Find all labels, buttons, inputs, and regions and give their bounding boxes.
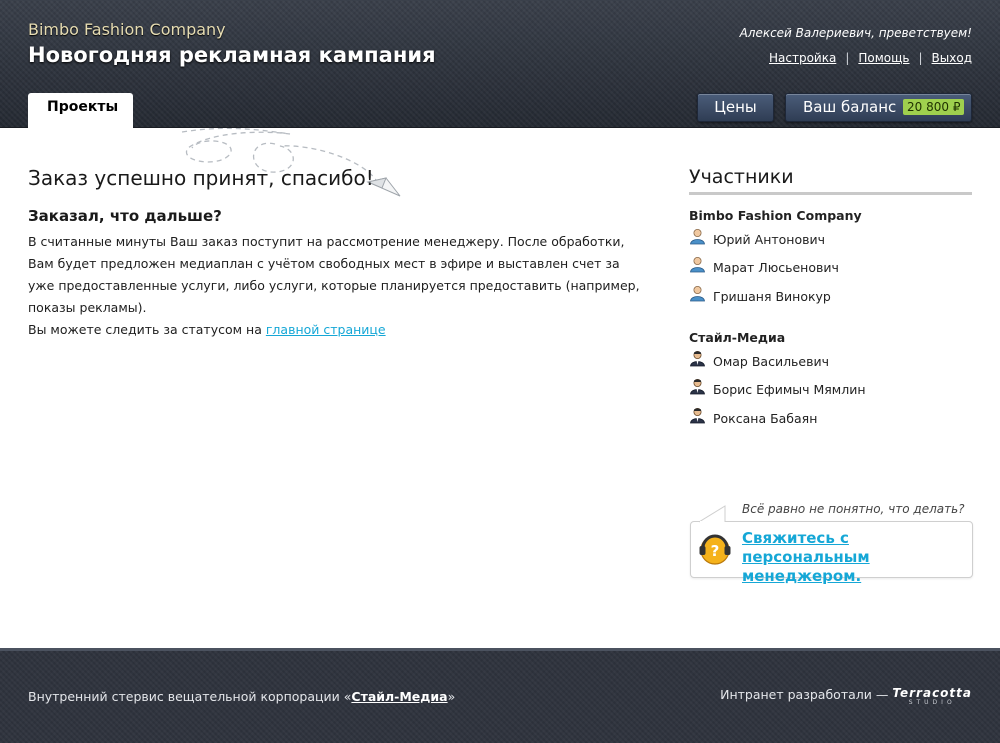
style-media-link[interactable]: Стайл-Медиа — [351, 689, 447, 704]
member-name: Гришаня Винокур — [713, 289, 831, 304]
headset-help-icon: ? — [699, 534, 731, 565]
page-title: Заказ успешно принят, спасибо! — [28, 166, 374, 190]
help-link[interactable]: Помощь — [858, 51, 909, 65]
section-subtitle: Заказал, что дальше? — [28, 207, 222, 225]
logo-line2: STUDIO — [908, 699, 956, 706]
member-item: Гришаня Винокур — [689, 286, 831, 305]
company-name: Bimbo Fashion Company — [28, 20, 226, 39]
balance-label: Ваш баланс — [803, 98, 897, 116]
top-links: Настройка | Помощь | Выход — [769, 51, 972, 65]
footer-credits: Интранет разработали — Terracotta STUDIO — [720, 687, 972, 706]
footer-text: Внутренний стервис вещательной корпораци… — [28, 689, 352, 704]
footer-text-end: » — [447, 689, 456, 704]
separator: | — [918, 51, 923, 65]
member-name: Юрий Антонович — [713, 232, 825, 247]
member-name: Омар Васильевич — [713, 354, 829, 369]
member-item: Борис Ефимыч Мямлин — [689, 379, 866, 398]
campaign-title: Новогодняя рекламная кампания — [28, 43, 436, 67]
member-item: Роксана Бабаян — [689, 408, 818, 427]
member-item: Омар Васильевич — [689, 351, 829, 370]
member-item: Юрий Антонович — [689, 229, 825, 248]
help-question: Всё равно не понятно, что делать? — [742, 502, 965, 516]
balance-button[interactable]: Ваш баланс 20 800 ₽ — [785, 93, 972, 122]
group-name: Bimbo Fashion Company — [689, 208, 862, 223]
separator: | — [845, 51, 850, 65]
suited-user-icon — [690, 351, 705, 367]
follow-label: Вы можете следить за статусом на — [28, 322, 262, 337]
participants-title: Участники — [689, 166, 972, 195]
footer-service-text: Внутренний стервис вещательной корпораци… — [28, 689, 455, 704]
svg-text:?: ? — [711, 542, 720, 560]
prices-button[interactable]: Цены — [697, 93, 774, 122]
logo-line1: Terracotta — [892, 686, 972, 700]
member-name: Роксана Бабаян — [713, 411, 818, 426]
user-icon — [690, 229, 705, 245]
speech-notch — [699, 505, 726, 523]
settings-link[interactable]: Настройка — [769, 51, 836, 65]
suited-user-icon — [690, 408, 705, 424]
member-name: Борис Ефимыч Мямлин — [713, 382, 866, 397]
footer: Внутренний стервис вещательной корпораци… — [0, 648, 1000, 743]
terracotta-logo[interactable]: Terracotta STUDIO — [892, 687, 972, 706]
tab-projects[interactable]: Проекты — [28, 93, 133, 129]
balance-badge: 20 800 ₽ — [903, 99, 965, 115]
developers-text: Интранет разработали — — [720, 687, 889, 702]
follow-status-text: Вы можете следить за статусом на главной… — [28, 319, 386, 341]
member-name: Марат Люсьенович — [713, 260, 839, 275]
main-page-link[interactable]: главной странице — [266, 322, 386, 337]
member-item: Марат Люсьенович — [689, 257, 839, 276]
info-paragraph: В считанные минуты Ваш заказ поступит на… — [28, 234, 640, 315]
logout-link[interactable]: Выход — [932, 51, 972, 65]
user-greeting: Алексей Валериевич, преветствуем! — [739, 26, 972, 40]
suited-user-icon — [690, 379, 705, 395]
group-name: Стайл-Медиа — [689, 330, 786, 345]
user-icon — [690, 286, 705, 302]
contact-manager-link[interactable]: Свяжитесь с персональным менеджером. — [742, 529, 970, 586]
user-icon — [690, 257, 705, 273]
header: Bimbo Fashion Company Новогодняя рекламн… — [0, 0, 1000, 129]
